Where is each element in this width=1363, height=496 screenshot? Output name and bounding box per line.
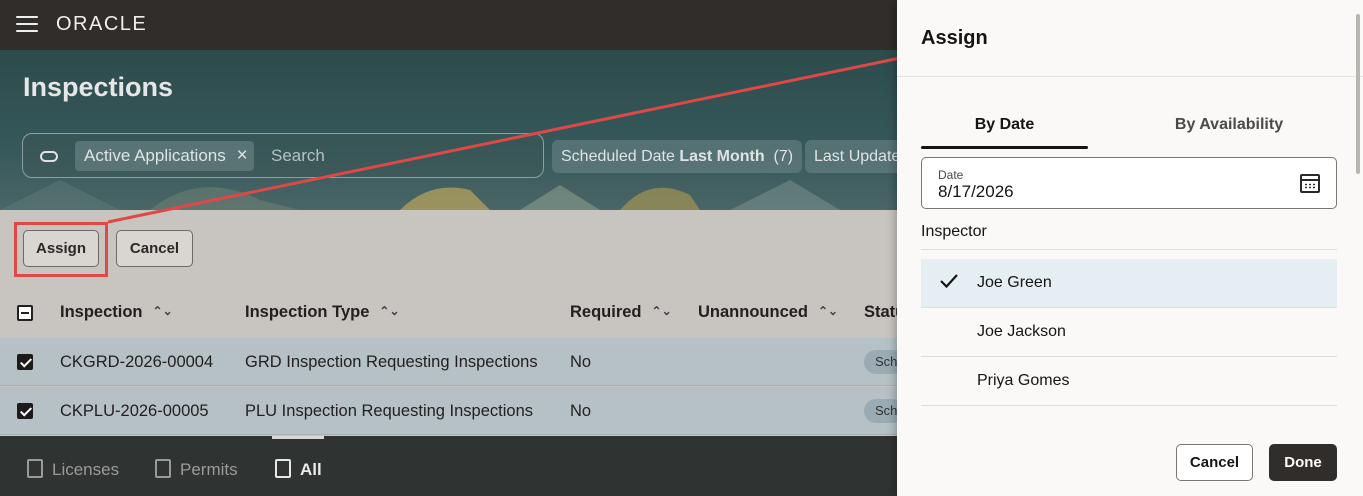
done-button[interactable]: Done [1269,444,1337,481]
row-checkbox[interactable] [17,403,33,419]
table-header: Inspection ⌃⌄ Inspection Type ⌃⌄ Required ⌃… [0,290,905,336]
annotation-highlight-box [14,222,108,277]
column-header-inspection[interactable]: Inspection ⌃⌄ [60,303,173,322]
oracle-logo: ORACLE [56,13,148,35]
date-input[interactable]: 8/17/2026 [938,182,1014,202]
sort-icon[interactable]: ⌃⌄ [818,304,838,318]
document-icon [155,459,171,478]
cell-inspection[interactable]: CKPLU-2026-00005 [60,402,209,421]
close-icon[interactable]: × [237,141,248,171]
filter-pill-last-update[interactable]: Last Update [805,140,910,173]
nav-tab-label: All [300,460,322,479]
inspector-name: Joe Green [977,274,1052,291]
cell-inspection-type: PLU Inspection Requesting Inspections [245,402,534,420]
search-bar[interactable]: Active Applications × Search [22,133,544,178]
select-all-checkbox[interactable] [17,305,33,321]
tab-by-availability[interactable]: By Availability [1145,105,1313,149]
drawer-title: Assign [921,27,988,49]
cancel-button[interactable]: Cancel [116,230,193,267]
bottom-nav: Licenses Permits All [0,436,897,496]
search-mode-icon [40,151,58,162]
drawer-cancel-button[interactable]: Cancel [1176,444,1253,481]
nav-tab-licenses[interactable]: Licenses [27,459,119,480]
drawer-footer: Cancel Done [897,423,1363,496]
nav-active-indicator [272,436,324,439]
column-header-label: Unannounced [698,303,808,321]
tab-by-date[interactable]: By Date [921,105,1088,149]
filter-chip-label: Active Applications [84,146,226,165]
column-header-required[interactable]: Required ⌃⌄ [570,303,672,322]
page-title: Inspections [23,72,174,102]
column-header-inspection-type[interactable]: Inspection Type ⌃⌄ [245,303,400,322]
checkmark-icon [940,274,958,289]
inspector-item-joe-green[interactable]: Joe Green [921,259,1337,308]
nav-tab-label: Licenses [52,460,120,479]
filter-pill-count: (7) [773,148,794,165]
inspector-name: Joe Jackson [977,323,1066,340]
column-header-label: Inspection [60,303,143,321]
column-header-unannounced[interactable]: Unannounced ⌃⌄ [698,303,838,322]
row-checkbox[interactable] [17,354,33,370]
date-label: Date [938,168,964,182]
inspector-name: Priya Gomes [977,372,1070,389]
scrollbar[interactable] [1356,14,1360,174]
nav-tab-permits[interactable]: Permits [155,459,238,480]
inspector-item-joe-jackson[interactable]: Joe Jackson [921,308,1337,357]
filter-pill-scheduled-date[interactable]: Scheduled Date Last Month (7) [552,140,803,173]
inspector-item-priya-gomes[interactable]: Priya Gomes [921,357,1337,406]
cell-inspection[interactable]: CKGRD-2026-00004 [60,353,213,372]
filter-pill-prefix: Last Update [814,148,901,165]
calendar-icon[interactable] [1300,174,1320,193]
cell-required: No [570,402,592,420]
tab-active-indicator [921,146,1088,149]
filter-pill-value: Last Month [679,148,765,165]
sort-icon[interactable]: ⌃⌄ [379,304,399,318]
column-header-label: Inspection Type [245,303,370,321]
nav-tab-all[interactable]: All [275,459,322,480]
divider [921,249,1337,250]
list-icon [275,459,291,478]
cell-required: No [570,353,592,371]
nav-tab-label: Permits [180,460,238,479]
filter-chip-active-applications[interactable]: Active Applications × [75,141,254,171]
date-field[interactable]: Date 8/17/2026 [921,157,1337,209]
assign-drawer: Assign By Date By Availability Date 8/17… [897,0,1363,496]
hamburger-menu-icon[interactable] [16,16,38,33]
sort-icon[interactable]: ⌃⌄ [153,304,173,318]
table-row[interactable]: CKGRD-2026-00004 GRD Inspection Requesti… [0,338,904,386]
cell-inspection-type: GRD Inspection Requesting Inspections [245,353,538,371]
inspector-label: Inspector [921,223,987,240]
sort-icon[interactable]: ⌃⌄ [652,304,672,318]
column-header-label: Required [570,303,642,321]
drawer-header: Assign [897,0,1363,77]
search-input[interactable]: Search [271,146,325,166]
table-row[interactable]: CKPLU-2026-00005 PLU Inspection Requesti… [0,387,904,435]
license-icon [27,459,43,478]
filter-pill-prefix: Scheduled Date [561,148,680,165]
